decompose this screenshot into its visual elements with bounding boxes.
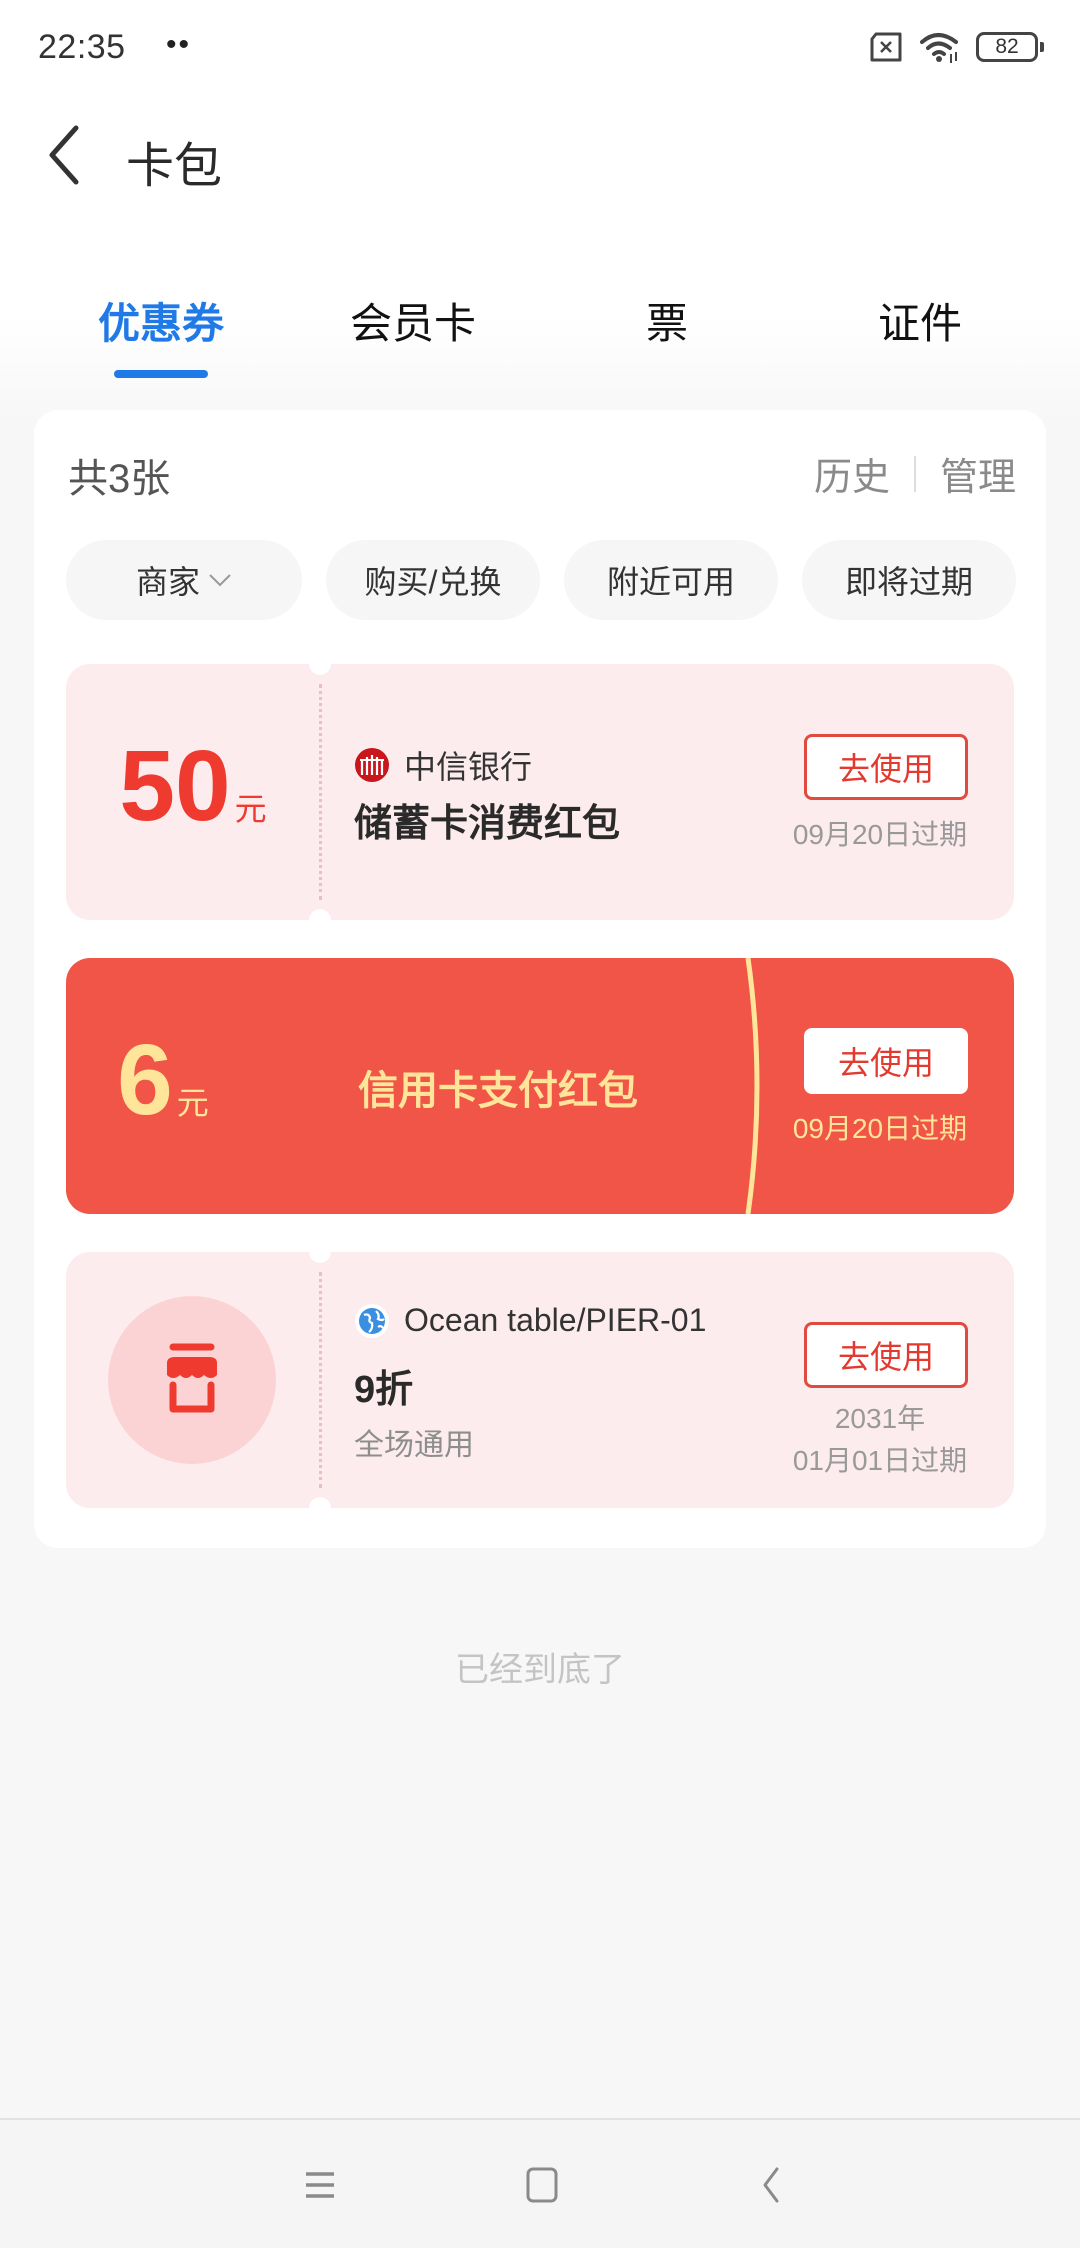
use-coupon-button[interactable]: 去使用 (804, 1322, 968, 1388)
end-of-list-hint: 已经到底了 (455, 1651, 625, 1689)
tab-coupons[interactable]: 优惠券 (98, 290, 224, 351)
coupon-notch (309, 1497, 331, 1508)
filter-bar: 商家 购买/兑换 附近可用 即将过期 (66, 540, 1016, 620)
amount-value: 50 (119, 730, 231, 842)
coupon-title: 储蓄卡消费红包 (354, 803, 621, 845)
menu-icon (306, 2172, 334, 2198)
coupon-notch (309, 1252, 331, 1263)
amount-unit: 元 (234, 791, 267, 827)
tab-membership-cards[interactable]: 会员卡 (350, 290, 476, 351)
home-button[interactable] (512, 2160, 572, 2210)
citic-bank-logo-icon (355, 748, 389, 782)
tab-bar: 优惠券 会员卡 票 证件 (0, 290, 1080, 380)
filter-buy-exchange-label: 购买/兑换 (364, 564, 502, 600)
merchant-row: 中信银行 (354, 742, 532, 788)
coupon-title: 信用卡支付红包 (358, 1069, 638, 1113)
tab-tickets[interactable]: 票 (646, 290, 688, 351)
notification-dots: •• (166, 28, 192, 61)
chevron-down-icon (209, 574, 231, 587)
back-arrow-icon (763, 2167, 779, 2203)
use-coupon-button[interactable]: 去使用 (804, 734, 968, 800)
filter-buy-exchange[interactable]: 购买/兑换 (326, 540, 540, 620)
globe-icon (355, 1303, 389, 1338)
home-icon (526, 2167, 558, 2203)
coupon-count: 共3张 (68, 457, 171, 501)
coupon-subtitle: 全场通用 (354, 1429, 474, 1462)
filter-merchant-label: 商家 (135, 564, 200, 600)
page-title: 卡包 (126, 140, 223, 193)
status-time: 22:35 (38, 28, 126, 66)
filter-expiring-soon-label: 即将过期 (844, 564, 973, 600)
filter-nearby[interactable]: 附近可用 (564, 540, 778, 620)
coupon-card[interactable]: Ocean table/PIER-01 9折 全场通用 去使用 2031年 01… (66, 1252, 1014, 1508)
coupon-card[interactable]: 6元 信用卡支付红包 去使用 09月20日过期 (66, 958, 1014, 1214)
back-icon[interactable] (40, 120, 90, 190)
status-bar: 22:35 •• 82 (0, 0, 1080, 95)
coupon-amount: 50 元 (66, 736, 320, 836)
header: 卡包 (0, 110, 1080, 200)
coupon-card[interactable]: 50 元 中信银行 储蓄卡消费红包 去使用 09月20日过期 (66, 664, 1014, 920)
tab-certificates[interactable]: 证件 (878, 290, 962, 351)
coupon-divider (319, 1272, 322, 1488)
coupon-notch (309, 909, 331, 920)
use-coupon-button[interactable]: 去使用 (804, 1028, 968, 1094)
system-back-button[interactable] (740, 2160, 800, 2210)
battery-level: 82 (976, 32, 1038, 62)
filter-merchant[interactable]: 商家 (66, 540, 302, 620)
coupon-notch (309, 664, 331, 675)
coupon-title: 9折 (354, 1369, 414, 1411)
panel-links: 历史 管理 (814, 446, 1016, 501)
amount-value: 6 (117, 1024, 173, 1136)
filter-nearby-label: 附近可用 (606, 564, 735, 600)
coupon-expiry-year: 2031年 (834, 1403, 926, 1434)
merchant-name: 中信银行 (404, 749, 533, 785)
amount-unit: 元 (176, 1085, 209, 1121)
wifi-icon (920, 33, 958, 63)
store-icon-wrapper (108, 1296, 276, 1464)
link-divider (913, 455, 916, 492)
coupon-expiry: 09月20日过期 (792, 819, 968, 850)
history-link[interactable]: 历史 (814, 446, 890, 501)
recent-apps-button[interactable] (290, 2160, 350, 2210)
store-icon (167, 1343, 217, 1413)
coupon-amount: 6元 (66, 1030, 290, 1130)
status-icons: 82 (868, 30, 1044, 64)
coupon-expiry-date: 01月01日过期 (792, 1445, 968, 1476)
coupon-panel: 共3张 历史 管理 商家 购买/兑换 附近可用 即将过期 50 元 中信银行 储… (34, 410, 1046, 1548)
battery-indicator: 82 (976, 32, 1044, 62)
system-nav-bar (0, 2118, 1080, 2248)
battery-tip (1040, 42, 1044, 52)
no-sim-icon (870, 32, 902, 62)
manage-link[interactable]: 管理 (940, 446, 1016, 501)
active-tab-indicator (114, 370, 208, 378)
coupon-expiry: 09月20日过期 (792, 1113, 968, 1144)
filter-expiring-soon[interactable]: 即将过期 (802, 540, 1016, 620)
merchant-row: Ocean table/PIER-01 (354, 1302, 706, 1339)
merchant-name: Ocean table/PIER-01 (404, 1302, 707, 1338)
